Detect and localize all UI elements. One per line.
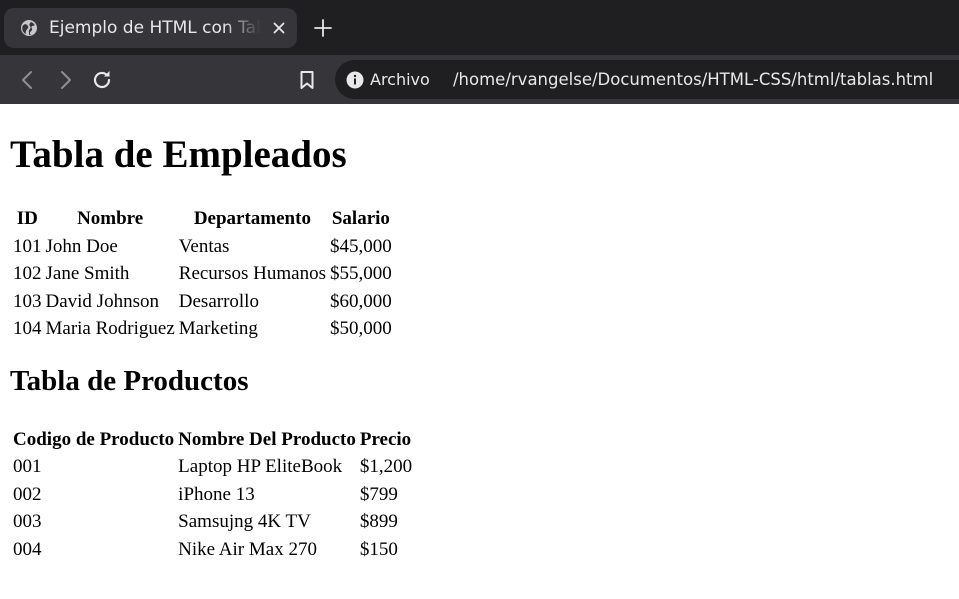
employees-column-header: Nombre	[77, 208, 144, 229]
products-table-body: 001 Laptop HP EliteBook $1,200 002 iPhone 13…	[12, 454, 413, 562]
arrow-left-icon[interactable]	[16, 68, 40, 92]
products-cell: $1,200	[359, 456, 413, 477]
table-row: 102 Jane Smith Recursos Humanos $55,000	[12, 261, 393, 287]
arrow-right-icon[interactable]	[53, 68, 77, 92]
employees-column-header: Departamento	[193, 208, 311, 229]
page-content: Tabla de Empleados ID Nombre Departamento S…	[0, 104, 959, 564]
browser-tab[interactable]: Ejemplo de HTML con Tablas	[4, 8, 297, 48]
close-icon[interactable]	[270, 19, 288, 37]
employees-cell: 101	[13, 235, 42, 257]
employees-cell: Marketing	[178, 318, 258, 339]
products-header-row: Codigo de Producto Nombre Del Producto Pre…	[12, 427, 413, 453]
products-cell: $150	[359, 538, 398, 560]
employees-heading: Tabla de Empleados	[10, 133, 347, 176]
table-row: 002 iPhone 13 $799	[12, 482, 413, 508]
employees-cell: Desarrollo	[178, 290, 259, 312]
plus-icon[interactable]	[311, 16, 335, 40]
table-row: 004 Nike Air Max 270 $150	[12, 537, 413, 563]
employees-cell: John Doe	[45, 235, 118, 257]
employees-cell: Recursos Humanos	[178, 263, 326, 284]
employees-column-header: Salario	[331, 208, 390, 229]
reload-icon[interactable]	[90, 68, 114, 92]
products-column-header: Nombre Del Producto	[178, 428, 356, 450]
products-table: Codigo de Producto Nombre Del Producto Pre…	[10, 425, 415, 565]
table-row: 001 Laptop HP EliteBook $1,200	[12, 454, 413, 480]
table-row: 003 Samsujng 4K TV $899	[12, 509, 413, 535]
employees-table: ID Nombre Departamento Salario 101 John Doe V…	[10, 204, 395, 344]
products-heading: Tabla de Productos	[10, 364, 249, 397]
products-column-header: Codigo de Producto	[13, 428, 175, 450]
globe-icon	[20, 19, 38, 37]
products-cell: 002	[13, 483, 42, 505]
employees-cell: $45,000	[330, 235, 392, 257]
employees-cell: 103	[13, 290, 42, 312]
products-cell: 004	[13, 538, 42, 560]
employees-cell: $60,000	[330, 290, 392, 312]
table-row: 103 David Johnson Desarrollo $60,000	[12, 289, 393, 315]
products-cell: 003	[13, 511, 42, 532]
tab-title: Ejemplo de HTML con Tablas	[49, 18, 261, 38]
table-row: 101 John Doe Ventas $45,000	[12, 234, 393, 260]
bookmark-icon[interactable]	[295, 68, 319, 92]
scheme-label: Archivo	[370, 70, 430, 89]
employees-cell: Ventas	[178, 235, 230, 257]
products-cell: iPhone 13	[178, 483, 255, 505]
table-row: 104 Maria Rodriguez Marketing $50,000	[12, 316, 393, 342]
employees-cell: Maria Rodriguez	[45, 318, 175, 339]
info-icon[interactable]	[346, 71, 364, 89]
employees-column-header: ID	[16, 208, 38, 229]
products-cell: 001	[13, 456, 42, 477]
employees-cell: $50,000	[330, 318, 392, 339]
products-column-header: Precio	[359, 428, 412, 450]
products-cell: $899	[359, 511, 398, 532]
address-bar[interactable]: Archivo /home/rvangelse/Documentos/HTML-…	[335, 60, 959, 99]
employees-cell: David Johnson	[45, 290, 159, 312]
products-cell: $799	[359, 483, 398, 505]
tab-strip: Ejemplo de HTML con Tablas	[0, 0, 959, 55]
employees-cell: Jane Smith	[45, 263, 130, 284]
employees-cell: $55,000	[330, 263, 392, 284]
products-cell: Laptop HP EliteBook	[178, 456, 343, 477]
url-text[interactable]: /home/rvangelse/Documentos/HTML-CSS/html…	[453, 69, 933, 91]
employees-cell: 104	[13, 318, 42, 339]
employees-table-body: 101 John Doe Ventas $45,000 102 Jane Smith Rec…	[12, 234, 393, 342]
employees-cell: 102	[13, 263, 42, 284]
employees-header-row: ID Nombre Departamento Salario	[12, 206, 393, 232]
products-cell: Samsujng 4K TV	[178, 511, 311, 532]
products-cell: Nike Air Max 270	[178, 538, 317, 560]
browser-toolbar: Archivo /home/rvangelse/Documentos/HTML-…	[0, 55, 959, 104]
